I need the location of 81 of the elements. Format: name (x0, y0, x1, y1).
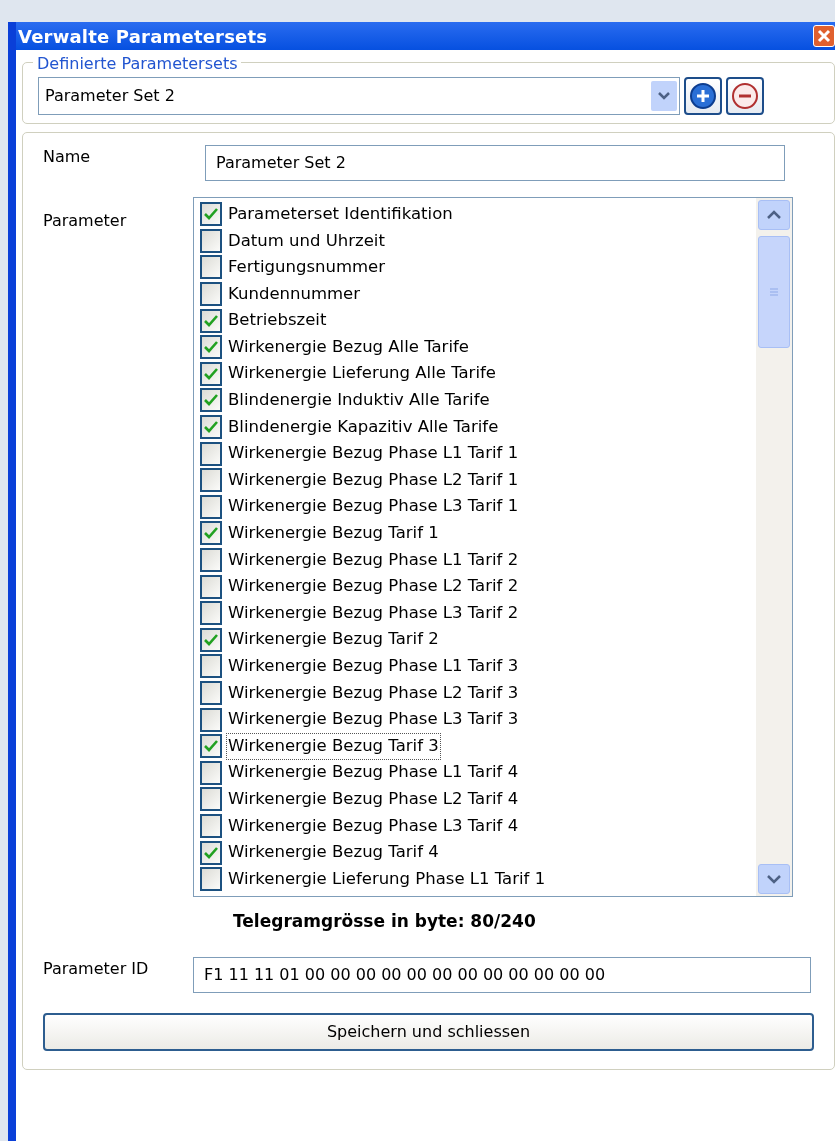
parameter-item-label[interactable]: Datum und Uhrzeit (226, 227, 387, 255)
parameter-item-label[interactable]: Wirkenergie Bezug Phase L3 Tarif 1 (226, 493, 521, 521)
parameter-item-label[interactable]: Kundennummer (226, 280, 362, 308)
parameter-item-label[interactable]: Parameterset Identifikation (226, 200, 455, 228)
checkbox[interactable] (200, 707, 222, 732)
add-button[interactable] (684, 77, 722, 115)
checkbox[interactable] (200, 468, 222, 493)
parameter-item-label[interactable]: Wirkenergie Lieferung Phase L1 Tarif 1 (226, 865, 548, 893)
checkbox[interactable] (200, 415, 222, 440)
parameter-item-label[interactable]: Wirkenergie Lieferung Alle Tarife (226, 360, 498, 388)
checkmark-icon (203, 739, 219, 754)
parameter-item-label[interactable]: Blindenergie Induktiv Alle Tarife (226, 387, 492, 414)
window-title: Verwalte Parametersets (18, 24, 268, 49)
parameter-id-label: Parameter ID (43, 957, 150, 980)
checkbox[interactable] (200, 282, 222, 307)
checkbox[interactable] (200, 494, 222, 519)
checkbox[interactable] (200, 867, 222, 892)
checkbox[interactable] (200, 654, 222, 679)
parameter-id-field[interactable]: F1 11 11 01 00 00 00 00 00 00 00 00 00 00 00 00 (193, 956, 811, 993)
parameter-item-label[interactable]: Fertigungsnummer (226, 254, 388, 281)
parameter-set-dropdown[interactable]: Parameter Set 2 (38, 77, 680, 115)
parameter-item-label[interactable]: Wirkenergie Bezug Tarif 1 (226, 520, 441, 547)
checkbox[interactable] (200, 734, 222, 759)
checkmark-icon (203, 207, 219, 222)
checkbox[interactable] (200, 388, 222, 413)
minus-icon (731, 82, 759, 110)
parameter-item-label[interactable]: Wirkenergie Bezug Tarif 4 (226, 839, 441, 866)
scrollbar[interactable] (756, 198, 792, 896)
checkbox[interactable] (200, 335, 222, 360)
parameter-label: Parameter (43, 210, 128, 232)
checkbox[interactable] (200, 308, 222, 333)
name-field[interactable]: Parameter Set 2 (205, 145, 785, 181)
parameter-item-label[interactable]: Wirkenergie Bezug Alle Tarife (226, 333, 471, 361)
checkmark-icon (203, 340, 219, 355)
parameter-item-label[interactable]: Wirkenergie Bezug Phase L3 Tarif 3 (226, 706, 521, 733)
checkmark-icon (203, 526, 219, 541)
parameter-item-label[interactable]: Wirkenergie Bezug Phase L2 Tarif 1 (226, 466, 521, 494)
parameter-item-label[interactable]: Wirkenergie Bezug Phase L2 Tarif 3 (226, 679, 521, 707)
checkbox[interactable] (200, 574, 222, 599)
checkbox[interactable] (200, 627, 222, 652)
checkbox[interactable] (200, 255, 222, 280)
checkbox[interactable] (200, 787, 222, 812)
parameter-item-label[interactable]: Betriebszeit (226, 307, 329, 335)
close-icon (817, 29, 831, 43)
checkbox[interactable] (200, 521, 222, 546)
scroll-thumb[interactable] (758, 236, 790, 348)
checkbox[interactable] (200, 813, 222, 838)
checkbox[interactable] (200, 548, 222, 572)
checkbox[interactable] (200, 361, 222, 386)
checkbox[interactable] (200, 441, 222, 466)
name-label: Name (43, 146, 92, 168)
parameter-item-label[interactable]: Wirkenergie Bezug Phase L1 Tarif 4 (226, 759, 521, 787)
checkbox[interactable] (200, 228, 222, 253)
checkbox[interactable] (200, 202, 222, 227)
checkmark-icon (203, 420, 219, 435)
checkmark-icon (203, 366, 219, 381)
parameter-item-label[interactable]: Wirkenergie Bezug Phase L2 Tarif 4 (226, 786, 521, 813)
checkmark-icon (203, 393, 219, 408)
telegram-size-text: Telegramgrösse in byte: 80/240 (233, 910, 536, 933)
checkbox[interactable] (200, 840, 222, 865)
close-button[interactable] (813, 25, 835, 47)
checkbox[interactable] (200, 601, 222, 626)
parameter-item-label[interactable]: Wirkenergie Bezug Tarif 3 (226, 732, 441, 760)
parameter-item-label[interactable]: Blindenergie Kapazitiv Alle Tarife (226, 413, 501, 441)
checkmark-icon (203, 313, 219, 328)
checkbox[interactable] (200, 760, 222, 785)
checkmark-icon (203, 632, 219, 647)
parameter-item-label[interactable]: Wirkenergie Bezug Phase L1 Tarif 1 (226, 440, 521, 467)
scroll-down-icon[interactable] (758, 864, 790, 894)
parameter-item-label[interactable]: Wirkenergie Bezug Phase L3 Tarif 2 (226, 599, 521, 627)
checkbox[interactable] (200, 681, 222, 705)
parameter-item-label[interactable]: Wirkenergie Bezug Phase L3 Tarif 4 (226, 812, 521, 840)
plus-icon (689, 82, 717, 110)
scroll-up-icon[interactable] (758, 200, 790, 230)
remove-button[interactable] (726, 77, 764, 115)
parameter-item-label[interactable]: Wirkenergie Bezug Phase L1 Tarif 2 (226, 546, 521, 574)
parameter-item-label[interactable]: Wirkenergie Bezug Phase L2 Tarif 2 (226, 573, 521, 600)
save-close-button[interactable]: Speichern und schliessen (43, 1012, 814, 1051)
checkmark-icon (203, 845, 219, 860)
parameter-item-label[interactable]: Wirkenergie Bezug Phase L1 Tarif 3 (226, 653, 521, 680)
parameter-item-label[interactable]: Wirkenergie Bezug Tarif 2 (226, 626, 441, 654)
